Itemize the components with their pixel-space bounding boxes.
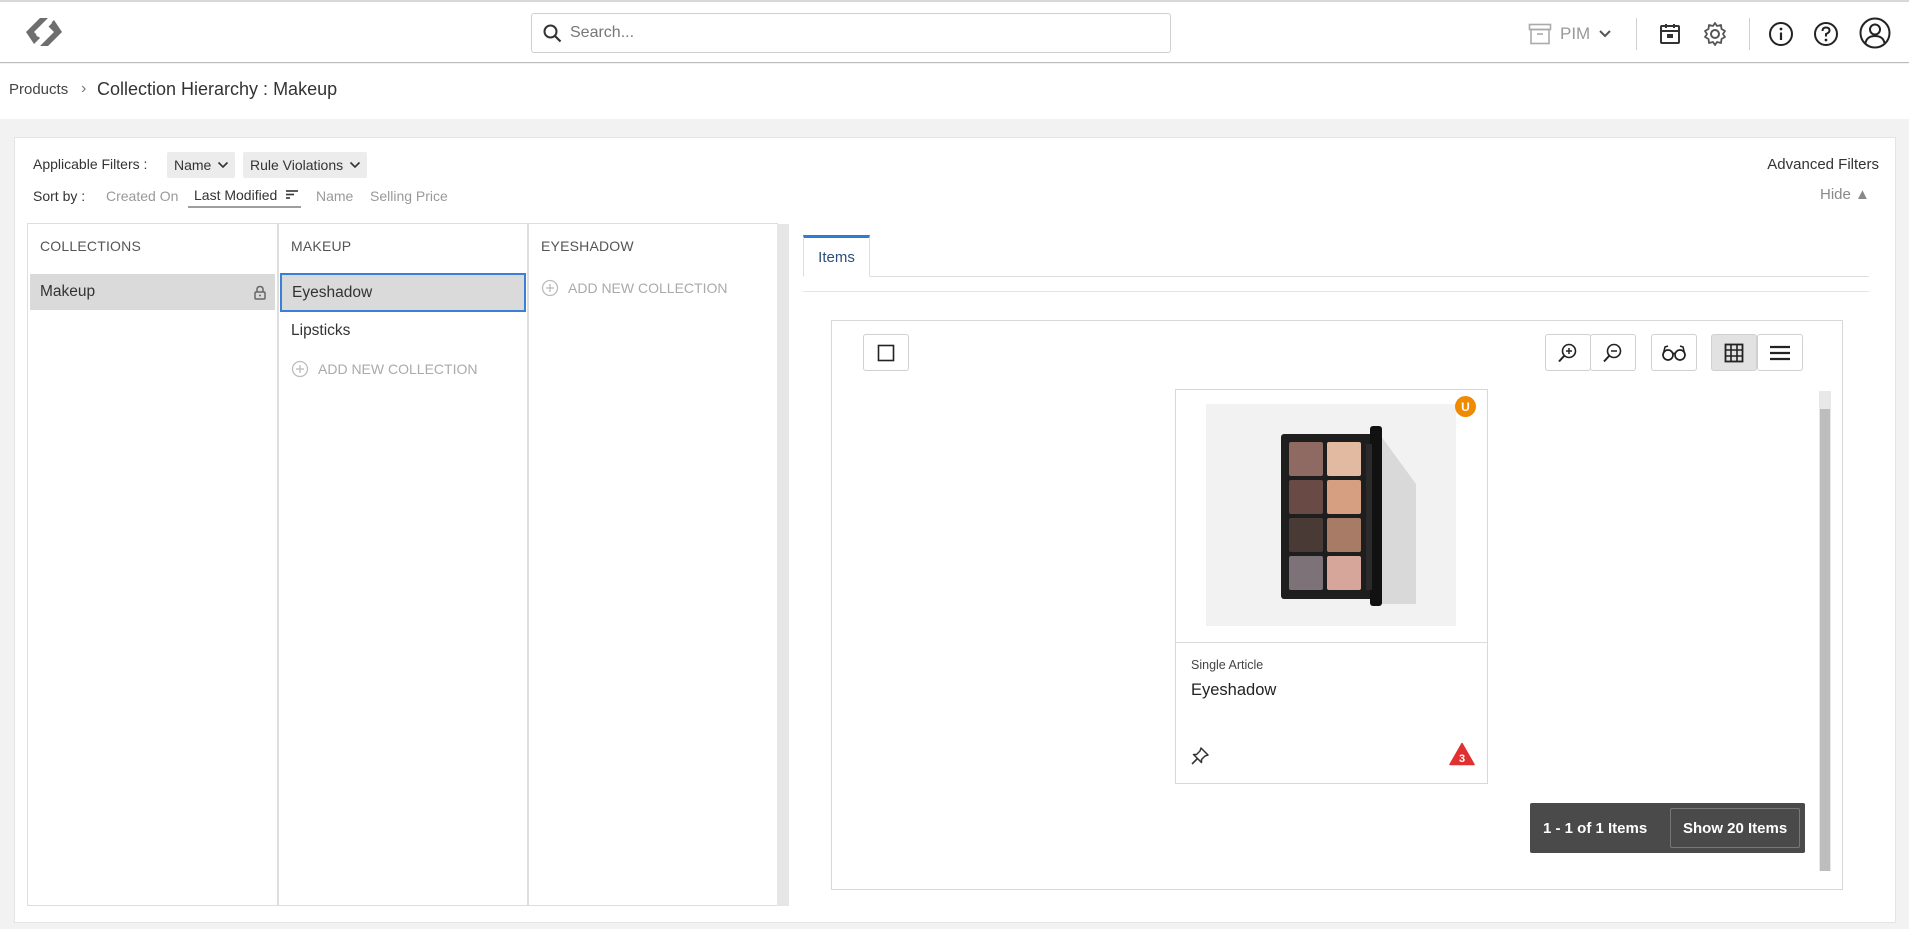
collection-item-eyeshadow[interactable]: Eyeshadow: [280, 273, 526, 312]
collection-item-lipsticks[interactable]: Lipsticks: [281, 313, 521, 349]
sort-desc-icon: [286, 190, 299, 199]
search-icon: [543, 24, 562, 43]
module-switcher[interactable]: PIM: [1528, 20, 1612, 48]
add-new-collection-button[interactable]: ADD NEW COLLECTION: [541, 279, 727, 297]
product-card[interactable]: U Single Article Eyeshadow 3: [1175, 389, 1488, 784]
zoom-in-icon[interactable]: [1545, 334, 1591, 371]
header-divider: [1636, 18, 1637, 50]
plus-circle-icon: [291, 360, 309, 378]
sort-option-name[interactable]: Name: [316, 188, 353, 204]
header-divider: [1749, 18, 1750, 50]
calendar-box-icon[interactable]: [1655, 19, 1685, 49]
add-new-collection-button[interactable]: ADD NEW COLLECTION: [291, 360, 477, 378]
filter-chip-label: Rule Violations: [250, 157, 344, 173]
box-icon: [1528, 23, 1552, 45]
status-badge: U: [1455, 396, 1476, 417]
detail-tabs: Items: [803, 235, 1869, 277]
gear-icon[interactable]: [1700, 19, 1730, 49]
app-logo-icon[interactable]: [20, 14, 68, 50]
pagination-bar: 1 - 1 of 1 Items Show 20 Items: [1530, 803, 1805, 853]
lock-icon: [254, 285, 266, 300]
filter-chip-rule-violations[interactable]: Rule Violations: [243, 152, 368, 178]
column-header: MAKEUP: [291, 238, 352, 254]
sort-label: Sort by :: [33, 188, 86, 204]
warning-triangle-icon[interactable]: 3: [1449, 742, 1475, 771]
filter-chip-label: Name: [174, 157, 212, 173]
chevron-down-icon: [1599, 30, 1611, 38]
scrollbar-thumb[interactable]: [1820, 409, 1830, 871]
chevron-down-icon: [218, 161, 229, 169]
info-icon[interactable]: [1766, 19, 1796, 49]
collection-label: Eyeshadow: [292, 283, 373, 301]
list-view-icon[interactable]: [1757, 334, 1803, 371]
filters-label: Applicable Filters :: [33, 156, 148, 172]
column-header: EYESHADOW: [541, 238, 634, 254]
page-title: Collection Hierarchy : Makeup: [97, 79, 338, 99]
add-new-label: ADD NEW COLLECTION: [568, 280, 728, 296]
hide-filters-toggle[interactable]: Hide ▲: [1820, 186, 1870, 203]
page-size-button[interactable]: Show 20 Items: [1670, 808, 1801, 848]
product-type: Single Article: [1191, 658, 1264, 672]
makeup-column: MAKEUP Eyeshadow Lipsticks ADD NEW COLLE…: [278, 223, 528, 906]
top-bar: PIM: [0, 0, 1909, 63]
pane-resize-handle[interactable]: [777, 224, 789, 906]
product-name: Eyeshadow: [1191, 681, 1277, 699]
sort-option-last-modified[interactable]: Last Modified: [188, 187, 302, 208]
select-all-checkbox[interactable]: [863, 334, 909, 371]
search-input[interactable]: [570, 14, 1160, 52]
user-avatar-icon[interactable]: [1859, 17, 1891, 49]
grid-view-icon[interactable]: [1711, 334, 1757, 371]
chevron-down-icon: [350, 161, 361, 169]
sort-option-selling-price[interactable]: Selling Price: [370, 188, 448, 204]
items-grid: U Single Article Eyeshadow 3 1 - 1 of 1 …: [831, 320, 1843, 890]
module-label: PIM: [1560, 24, 1591, 43]
tab-content-divider: [803, 291, 1869, 292]
grid-scrollbar[interactable]: [1819, 391, 1831, 871]
sort-option-label: Last Modified: [194, 187, 278, 203]
collection-item-makeup[interactable]: Makeup: [30, 274, 275, 310]
add-new-label: ADD NEW COLLECTION: [318, 361, 478, 377]
card-divider: [1176, 642, 1487, 643]
breadcrumb-products-link[interactable]: Products: [9, 81, 68, 98]
pin-icon[interactable]: [1190, 746, 1210, 771]
eyeshadow-column: EYESHADOW ADD NEW COLLECTION: [528, 223, 778, 906]
global-search[interactable]: [531, 13, 1171, 53]
breadcrumb-separator: ›: [81, 80, 87, 97]
collection-label: Makeup: [40, 283, 96, 300]
column-header: COLLECTIONS: [40, 238, 141, 254]
preview-glasses-icon[interactable]: [1651, 334, 1697, 371]
filter-chip-name[interactable]: Name: [167, 152, 236, 178]
zoom-out-icon[interactable]: [1590, 334, 1636, 371]
collection-label: Lipsticks: [291, 322, 351, 339]
collections-column: COLLECTIONS Makeup: [27, 223, 278, 906]
tab-items[interactable]: Items: [803, 235, 870, 277]
item-count: 1 - 1 of 1 Items: [1543, 819, 1648, 837]
rule-violation-count: 3: [1459, 753, 1465, 765]
sort-option-created-on[interactable]: Created On: [106, 188, 178, 204]
plus-circle-icon: [541, 279, 559, 297]
product-thumbnail: [1206, 404, 1456, 626]
advanced-filters-link[interactable]: Advanced Filters: [1767, 156, 1879, 173]
help-icon[interactable]: [1811, 19, 1841, 49]
